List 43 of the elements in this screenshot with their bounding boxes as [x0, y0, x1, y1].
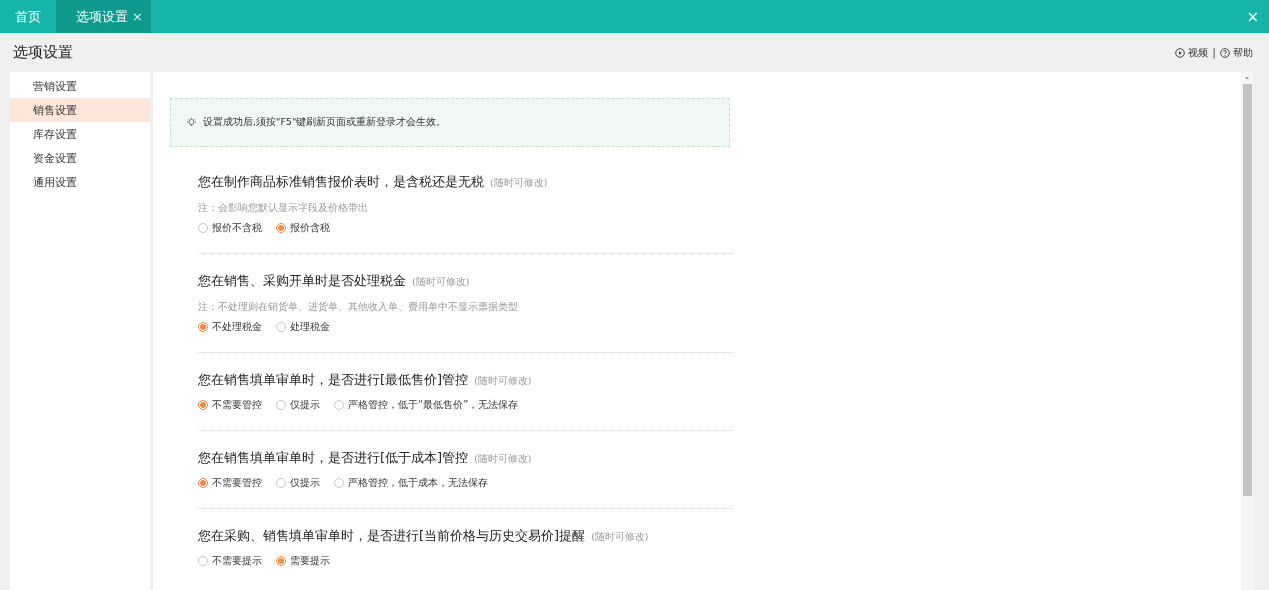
header-link[interactable]: 帮助 — [1220, 45, 1253, 60]
notice-banner: 设置成功后,须按"F5"键刷新页面或重新登录才会生效。 — [170, 98, 730, 147]
radio-button[interactable] — [198, 478, 208, 488]
hint-text: (随时可修改) — [490, 177, 548, 190]
option-label: 报价含税 — [290, 221, 330, 235]
option-label: 不需要管控 — [212, 398, 262, 412]
setting-question: 您在采购、销售填单审单时，是否进行[当前价格与历史交易价]提醒 — [198, 528, 586, 544]
option-label: 仅提示 — [290, 398, 320, 412]
hint-text: (随时可修改) — [474, 375, 532, 388]
setting-question: 您在销售填单审单时，是否进行[最低售价]管控 — [198, 372, 469, 388]
sidebar-item[interactable]: 营销设置 — [10, 74, 150, 98]
play-icon — [1175, 47, 1186, 58]
sidebar-item[interactable]: 资金设置 — [10, 146, 150, 170]
hint-text: (随时可修改) — [474, 453, 532, 466]
note-text: 注：会影响您默认显示字段及价格带出 — [198, 202, 369, 215]
option-label: 不需要提示 — [212, 554, 262, 568]
hint-text: (随时可修改) — [591, 531, 649, 544]
radio-button[interactable] — [198, 322, 208, 332]
sidebar-item[interactable]: 销售设置 — [10, 98, 150, 122]
note-text: 注：不处理则在销货单、进货单、其他收入单、费用单中不显示票据类型 — [198, 301, 519, 314]
page-title: 选项设置 — [13, 43, 74, 62]
option-label: 需要提示 — [290, 554, 330, 568]
lightbulb-icon — [186, 117, 197, 128]
option-label: 严格管控，低于“最低售价”，无法保存 — [348, 398, 519, 412]
sidebar-item[interactable]: 库存设置 — [10, 122, 150, 146]
help-icon — [1220, 47, 1230, 58]
option-label: 不处理税金 — [212, 320, 262, 334]
option-label: 仅提示 — [290, 476, 320, 490]
option-label: 处理税金 — [290, 320, 330, 334]
separator: | — [1212, 46, 1216, 59]
radio-button[interactable] — [276, 223, 286, 233]
radio-button[interactable] — [198, 400, 208, 410]
setting-question: 您在销售、采购开单时是否处理税金 — [198, 273, 406, 289]
setting-question: 您在制作商品标准销售报价表时，是含税还是无税 — [198, 174, 484, 190]
option-label: 报价不含税 — [212, 221, 262, 235]
radio-button[interactable] — [276, 556, 286, 566]
sidebar-item[interactable]: 通用设置 — [10, 170, 150, 194]
setting-question: 您在销售填单审单时，是否进行[低于成本]管控 — [198, 450, 469, 466]
option-label: 严格管控，低于成本，无法保存 — [348, 476, 488, 490]
header-link[interactable]: 视频 — [1175, 45, 1209, 60]
scrollbar[interactable] — [1241, 72, 1253, 590]
option-label: 不需要管控 — [212, 476, 262, 490]
hint-text: (随时可修改) — [412, 276, 470, 289]
